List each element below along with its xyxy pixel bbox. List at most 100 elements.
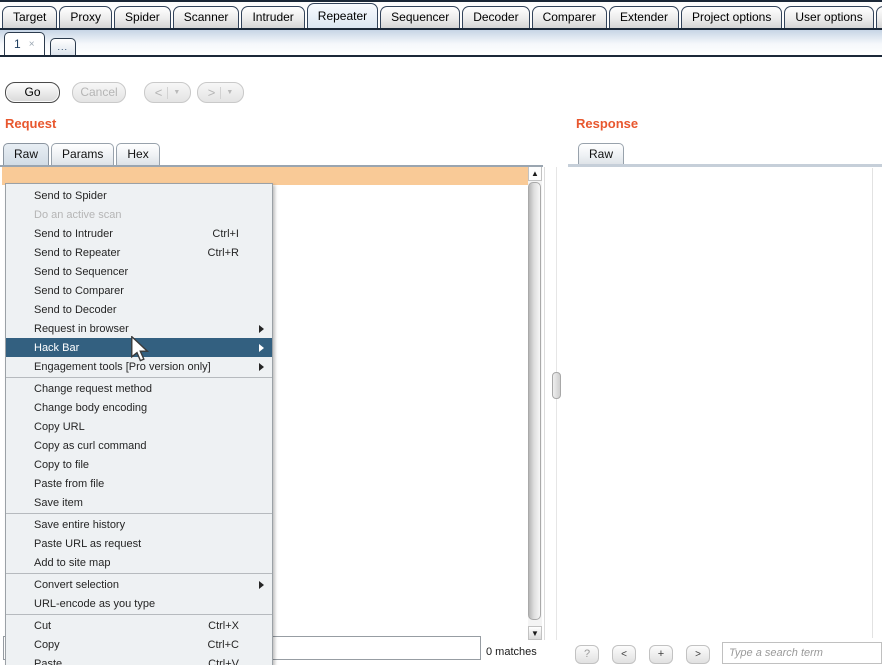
menu-item-label: Copy as curl command (34, 440, 147, 452)
main-tab[interactable]: Sequencer (380, 6, 460, 28)
main-tab[interactable]: User options (784, 6, 873, 28)
menu-item-label: Send to Repeater (34, 247, 120, 259)
context-menu-item[interactable]: URL-encode as you type (6, 594, 272, 613)
burp-suite-window: Target Proxy Spider Scanner Intruder Rep… (0, 0, 882, 665)
context-menu-item[interactable]: Add to site map (6, 553, 272, 572)
menu-item-label: Paste URL as request (34, 538, 141, 550)
menu-item-label: Send to Comparer (34, 285, 124, 297)
search-prev-button[interactable]: < (612, 645, 636, 664)
menu-item-label: Cut (34, 620, 51, 632)
context-menu-item[interactable]: Copy URL (6, 417, 272, 436)
context-menu-item[interactable]: Paste from file (6, 474, 272, 493)
submenu-arrow-icon (259, 344, 264, 352)
submenu-arrow-icon (259, 363, 264, 371)
context-menu-item[interactable]: Send to Repeater Ctrl+R (6, 243, 272, 262)
splitter-handle[interactable] (552, 372, 561, 399)
scroll-up-icon[interactable]: ▲ (528, 167, 542, 181)
context-menu-item[interactable]: Send to Spider (6, 186, 272, 205)
response-search-input[interactable] (722, 642, 882, 664)
menu-item-label: Send to Spider (34, 190, 107, 202)
search-help-button[interactable]: ? (575, 645, 599, 664)
context-menu-item[interactable]: Copy to file (6, 455, 272, 474)
new-tab-button[interactable]: ... (50, 38, 77, 55)
main-tab[interactable]: Scanner (173, 6, 240, 28)
scroll-down-icon[interactable]: ▼ (528, 626, 542, 640)
request-editor-tab[interactable]: Hex (116, 143, 159, 165)
context-menu: Send to Spider Do an active scan Send to… (5, 183, 273, 665)
response-editor-tabs: Raw (578, 143, 626, 165)
menu-item-label: Copy URL (34, 421, 85, 433)
submenu-arrow-icon (259, 581, 264, 589)
context-menu-item[interactable]: Copy Ctrl+C (6, 635, 272, 654)
context-menu-item[interactable]: Send to Comparer (6, 281, 272, 300)
request-match-count: 0 matches (486, 646, 537, 658)
response-editor-tab[interactable]: Raw (578, 143, 624, 165)
menu-item-label: Add to site map (34, 557, 110, 569)
menu-item-shortcut: Ctrl+R (208, 247, 239, 259)
submenu-arrow-icon (259, 325, 264, 333)
menu-item-shortcut: Ctrl+I (212, 228, 239, 240)
scrollbar-thumb[interactable] (528, 182, 541, 620)
context-menu-item[interactable]: Hack Bar (6, 338, 272, 357)
response-panel-title: Response (576, 116, 638, 131)
context-menu-item[interactable]: Cut Ctrl+X (6, 616, 272, 635)
context-menu-item[interactable]: Send to Intruder Ctrl+I (6, 224, 272, 243)
response-editor-tab-divider (568, 164, 882, 167)
context-menu-item[interactable]: Convert selection (6, 575, 272, 594)
request-scrollbar[interactable]: ▲ ▼ (528, 167, 542, 640)
main-tab[interactable]: Proxy (59, 6, 112, 28)
response-scrollbar-track (872, 168, 873, 638)
button-divider (167, 87, 168, 99)
close-tab-icon[interactable]: × (29, 39, 35, 50)
menu-item-shortcut: Ctrl+C (208, 639, 239, 651)
context-menu-item[interactable]: Change request method (6, 379, 272, 398)
go-button[interactable]: Go (5, 82, 60, 103)
search-next-button[interactable]: > (686, 645, 710, 664)
context-menu-item[interactable]: Paste Ctrl+V (6, 654, 272, 665)
menu-item-label: Change request method (34, 383, 152, 395)
menu-item-shortcut: Ctrl+X (208, 620, 239, 632)
menu-item-label: Copy (34, 639, 60, 651)
panel-splitter[interactable] (556, 167, 557, 640)
menu-item-label: Do an active scan (34, 209, 121, 221)
context-menu-item[interactable]: Save entire history (6, 515, 272, 534)
menu-item-label: Send to Decoder (34, 304, 117, 316)
context-menu-item[interactable]: Send to Sequencer (6, 262, 272, 281)
request-editor-tab[interactable]: Raw (3, 143, 49, 165)
forward-arrow-icon: > (208, 83, 216, 102)
repeater-tab-1[interactable]: 1 × (4, 32, 45, 55)
history-forward-button: > ▼ (197, 82, 244, 103)
context-menu-item[interactable]: Request in browser (6, 319, 272, 338)
menu-item-label: Save item (34, 497, 83, 509)
context-menu-item[interactable]: Change body encoding (6, 398, 272, 417)
context-menu-item[interactable]: Engagement tools [Pro version only] (6, 357, 272, 376)
context-menu-item[interactable]: Send to Decoder (6, 300, 272, 319)
main-tab[interactable]: Project options (681, 6, 782, 28)
sub-tab-divider (0, 55, 882, 57)
context-menu-item[interactable]: Do an active scan (6, 205, 272, 224)
main-tab[interactable]: Intruder (241, 6, 304, 28)
menu-item-label: Convert selection (34, 579, 119, 591)
main-tab[interactable]: Comparer (532, 6, 607, 28)
history-back-button: < ▼ (144, 82, 191, 103)
menu-item-label: Paste from file (34, 478, 104, 490)
repeater-tab-label: 1 (14, 37, 21, 51)
main-tab[interactable]: Target (2, 6, 57, 28)
request-editor-tab[interactable]: Params (51, 143, 114, 165)
main-tab[interactable]: Extender (609, 6, 679, 28)
main-tab[interactable]: Spider (114, 6, 171, 28)
main-tab-bar: Target Proxy Spider Scanner Intruder Rep… (0, 2, 882, 28)
search-add-button[interactable]: + (649, 645, 673, 664)
context-menu-item[interactable]: Paste URL as request (6, 534, 272, 553)
back-arrow-icon: < (155, 83, 163, 102)
main-tab[interactable]: Decoder (462, 6, 529, 28)
context-menu-item[interactable]: Save item (6, 493, 272, 512)
menu-item-label: URL-encode as you type (34, 598, 155, 610)
request-editor-tabs: Raw Params Hex (3, 143, 162, 165)
request-editor-edge (544, 167, 545, 640)
main-tab[interactable]: Repeater (307, 3, 378, 28)
dropdown-arrow-icon: ▼ (226, 83, 233, 102)
menu-item-label: Send to Sequencer (34, 266, 128, 278)
main-tab[interactable]: Alerts (876, 6, 882, 28)
context-menu-item[interactable]: Copy as curl command (6, 436, 272, 455)
